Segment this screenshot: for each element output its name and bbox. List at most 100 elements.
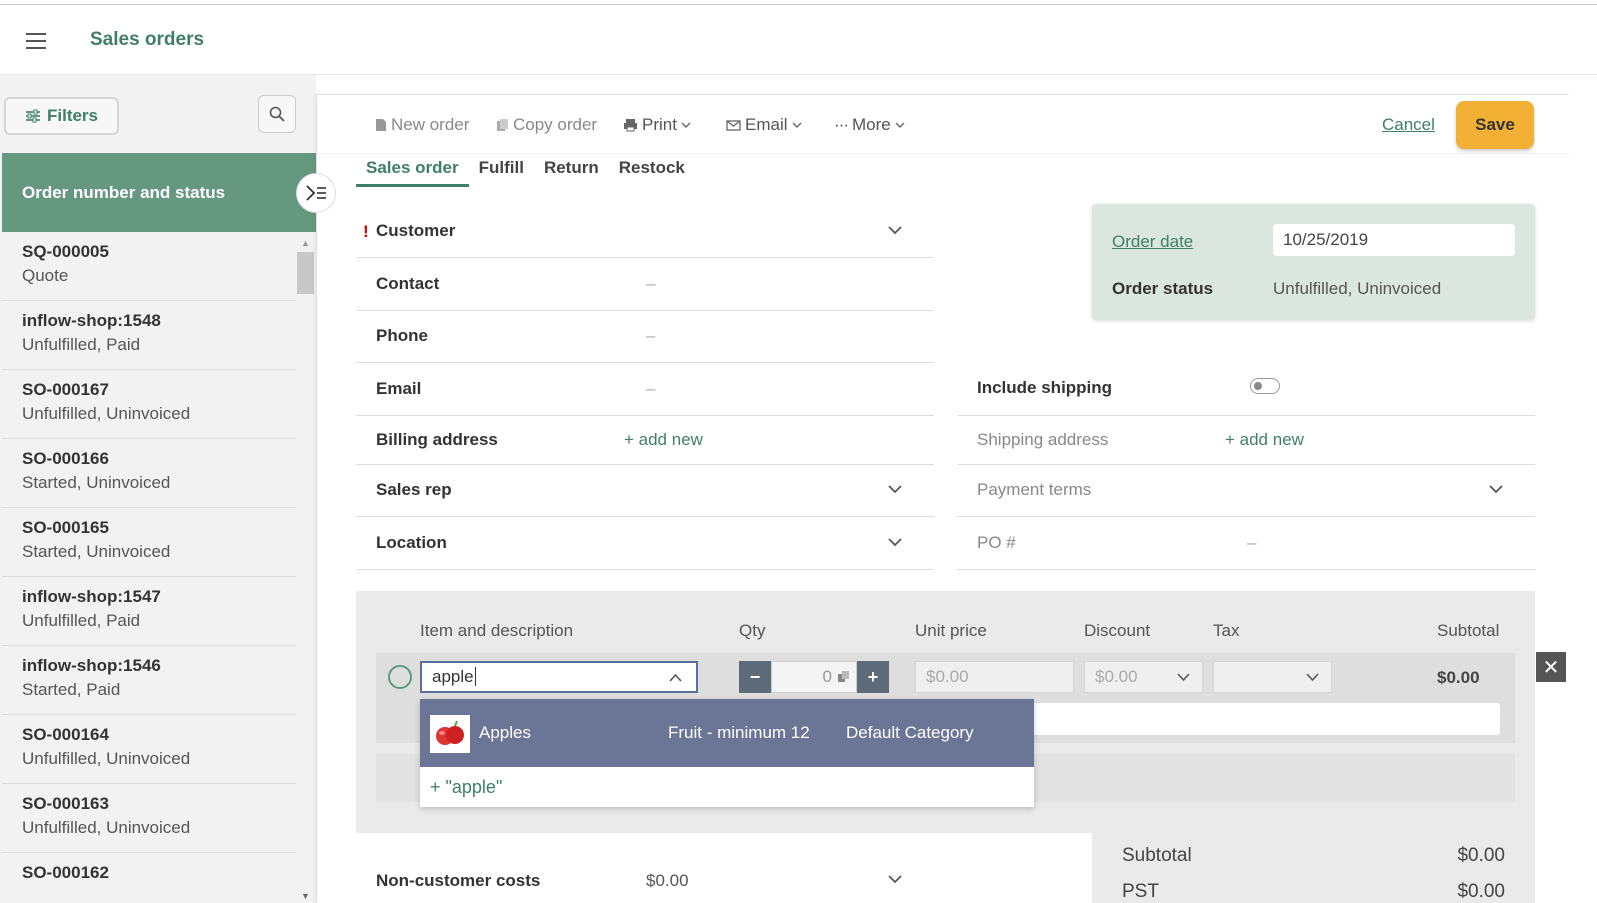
chevron-down-icon: [1306, 673, 1319, 682]
chevron-down-icon[interactable]: [888, 482, 902, 496]
order-number: inflow-shop:1547: [22, 587, 161, 606]
list-item[interactable]: inflow-shop:1547 Unfulfilled, Paid: [2, 577, 296, 646]
collapse-list-button[interactable]: [296, 173, 336, 213]
order-date-input[interactable]: 10/25/2019: [1273, 224, 1515, 256]
save-button[interactable]: Save: [1456, 101, 1534, 149]
discount-input[interactable]: $0.00: [1084, 661, 1203, 693]
email-menu-button[interactable]: Email: [726, 115, 802, 135]
column-header-subtotal: Subtotal: [1437, 621, 1500, 640]
order-status: Started, Uninvoiced: [22, 473, 171, 492]
scroll-up-arrow-icon[interactable]: ▲: [301, 238, 310, 248]
po-label: PO #: [977, 533, 1016, 552]
email-field[interactable]: Email –: [356, 363, 934, 416]
tab-sales-order[interactable]: Sales order: [356, 156, 469, 187]
chevron-down-icon[interactable]: [888, 223, 902, 237]
order-number: SO-000166: [22, 449, 109, 468]
search-button[interactable]: [258, 95, 296, 133]
unit-price-input[interactable]: $0.00: [915, 661, 1074, 693]
non-customer-costs-field[interactable]: Non-customer costs $0.00: [356, 854, 934, 903]
column-header-item: Item and description: [420, 621, 574, 640]
list-column-header[interactable]: Order number and status: [2, 153, 316, 232]
po-field[interactable]: PO # –: [957, 517, 1535, 570]
new-order-button[interactable]: New order: [375, 115, 469, 135]
list-item[interactable]: SO-000163 Unfulfilled, Uninvoiced: [2, 784, 296, 853]
print-menu-button[interactable]: Print: [623, 115, 691, 135]
non-customer-costs-label: Non-customer costs: [376, 870, 541, 890]
item-description-input[interactable]: [996, 703, 1500, 735]
copy-icon: [497, 119, 508, 131]
subtotal-value: $0.00: [1457, 845, 1505, 866]
list-item[interactable]: SO-000167 Unfulfilled, Uninvoiced: [2, 370, 296, 439]
order-list: SQ-000005 Quote inflow-shop:1548 Unfulfill…: [2, 232, 296, 903]
add-new-item-option[interactable]: + "apple": [430, 777, 502, 798]
toolbar: New order Copy order Print Email ··· Mor…: [317, 94, 1569, 154]
quantity-increment-button[interactable]: +: [857, 661, 889, 693]
phone-field[interactable]: Phone –: [356, 310, 934, 363]
order-status-label: Order status: [1112, 279, 1214, 298]
envelope-icon: [726, 119, 741, 131]
billing-add-new-link[interactable]: + add new: [624, 430, 703, 450]
suggestion-name: Apples: [479, 723, 531, 742]
cancel-link[interactable]: Cancel: [1382, 115, 1435, 135]
filters-button[interactable]: Filters: [4, 97, 119, 135]
copy-order-button[interactable]: Copy order: [496, 115, 597, 135]
hamburger-menu-icon[interactable]: [26, 33, 46, 49]
apple-icon: [436, 720, 464, 745]
page-title: Sales orders: [90, 29, 205, 50]
list-item[interactable]: SQ-000005 Quote: [2, 232, 296, 301]
more-menu-button[interactable]: ··· More: [834, 115, 905, 135]
sales-rep-field[interactable]: Sales rep: [356, 464, 934, 517]
include-shipping-toggle[interactable]: [1250, 378, 1280, 394]
list-scrollbar[interactable]: ▲ ▼: [297, 232, 314, 903]
tab-fulfill[interactable]: Fulfill: [469, 156, 534, 187]
list-item[interactable]: SO-000166 Started, Uninvoiced: [2, 439, 296, 508]
customer-field[interactable]: ! Customer: [356, 205, 934, 258]
quantity-value: 0: [822, 667, 832, 686]
quantity-input[interactable]: 0: [771, 661, 857, 693]
print-label: Print: [642, 115, 677, 134]
tax-total-label: PST: [1122, 881, 1159, 902]
chevron-down-icon[interactable]: [1489, 482, 1503, 496]
list-item[interactable]: SO-000162: [2, 853, 296, 903]
collapse-list-icon: [306, 185, 326, 201]
list-item[interactable]: SO-000165 Started, Uninvoiced: [2, 508, 296, 577]
order-date-label[interactable]: Order date: [1112, 232, 1193, 252]
location-field[interactable]: Location: [356, 517, 934, 570]
payment-terms-field[interactable]: Payment terms: [957, 464, 1535, 517]
customer-label: Customer: [376, 221, 456, 240]
item-input-value: apple: [432, 667, 474, 686]
chevron-up-icon[interactable]: [669, 673, 682, 682]
contact-value: –: [646, 274, 656, 293]
discount-value: $0.00: [1095, 667, 1138, 686]
list-item[interactable]: inflow-shop:1546 Started, Paid: [2, 646, 296, 715]
phone-label: Phone: [376, 326, 428, 345]
order-number: inflow-shop:1546: [22, 656, 161, 675]
filter-sliders-icon: [25, 109, 40, 123]
more-label: More: [851, 115, 891, 134]
list-item[interactable]: SO-000164 Unfulfilled, Uninvoiced: [2, 715, 296, 784]
tab-return[interactable]: Return: [534, 156, 609, 187]
copy-icon[interactable]: [838, 671, 850, 683]
list-item[interactable]: inflow-shop:1548 Unfulfilled, Paid: [2, 301, 296, 370]
row-subtotal: $0.00: [1437, 668, 1480, 687]
order-number: SO-000165: [22, 518, 109, 537]
suggestion-item-apples[interactable]: Apples Fruit - minimum 12 Default Catego…: [420, 699, 1034, 767]
scrollbar-thumb[interactable]: [297, 252, 314, 294]
chevron-down-icon[interactable]: [888, 872, 902, 886]
shipping-address-label: Shipping address: [977, 430, 1109, 449]
tab-restock[interactable]: Restock: [609, 156, 695, 187]
app-header: Sales orders: [0, 5, 1597, 75]
item-search-input[interactable]: apple: [420, 661, 698, 693]
tax-select[interactable]: [1213, 661, 1332, 693]
quantity-decrement-button[interactable]: −: [739, 661, 771, 693]
chevron-down-icon: [1177, 673, 1190, 682]
remove-row-close-icon[interactable]: ✕: [1536, 652, 1566, 682]
contact-field[interactable]: Contact –: [356, 258, 934, 311]
new-order-label: New order: [391, 115, 470, 134]
order-status: Started, Paid: [22, 680, 121, 699]
scroll-down-arrow-icon[interactable]: ▼: [301, 891, 310, 901]
document-icon: [376, 119, 386, 131]
suggestion-description: Fruit - minimum 12: [668, 723, 810, 742]
shipping-add-new-link[interactable]: + add new: [1225, 430, 1304, 450]
chevron-down-icon[interactable]: [888, 535, 902, 549]
